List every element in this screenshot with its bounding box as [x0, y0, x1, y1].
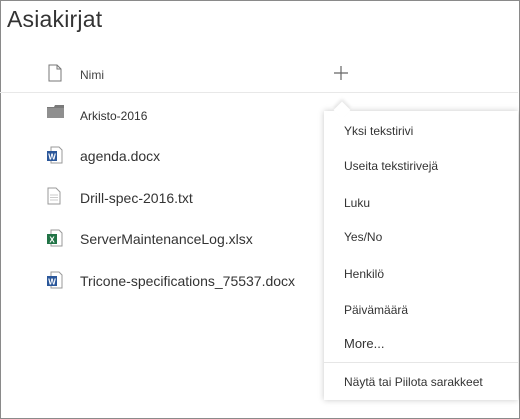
- excel-file-icon: X: [47, 229, 63, 252]
- add-column-button[interactable]: [330, 62, 352, 84]
- svg-text:X: X: [49, 236, 55, 245]
- plus-icon: [334, 66, 348, 80]
- folder-icon: [47, 105, 65, 124]
- column-header-row: Nimi: [0, 58, 518, 93]
- file-name[interactable]: ServerMaintenanceLog.xlsx: [80, 231, 253, 247]
- menu-item-single-line-text[interactable]: Yksi tekstirivi: [344, 124, 413, 138]
- menu-item-yes-no[interactable]: Yes/No: [344, 230, 382, 244]
- file-row-server-log[interactable]: X ServerMaintenanceLog.xlsx: [0, 221, 320, 255]
- menu-divider: [324, 362, 518, 363]
- file-name[interactable]: Arkisto-2016: [80, 109, 147, 123]
- document-type-icon: [48, 64, 62, 87]
- file-name[interactable]: Drill-spec-2016.txt: [80, 190, 193, 206]
- file-row-agenda[interactable]: W agenda.docx: [0, 138, 320, 172]
- file-row-tricone[interactable]: W Tricone-specifications_75537.docx: [0, 263, 320, 297]
- word-file-icon: W: [47, 146, 63, 169]
- menu-item-multi-line-text[interactable]: Useita tekstirivejä: [344, 159, 438, 173]
- menu-item-show-hide-columns[interactable]: Näytä tai Piilota sarakkeet: [344, 375, 483, 389]
- menu-item-more[interactable]: More...: [344, 336, 384, 351]
- file-row-arkisto[interactable]: Arkisto-2016: [0, 99, 320, 133]
- text-file-icon: [47, 187, 61, 210]
- word-file-icon: W: [47, 271, 63, 294]
- file-name[interactable]: Tricone-specifications_75537.docx: [80, 273, 295, 289]
- svg-text:W: W: [48, 278, 56, 287]
- menu-item-person[interactable]: Henkilö: [344, 267, 384, 281]
- menu-item-date[interactable]: Päivämäärä: [344, 303, 408, 317]
- file-row-drill-spec[interactable]: Drill-spec-2016.txt: [0, 180, 320, 214]
- menu-item-number[interactable]: Luku: [344, 196, 370, 210]
- page-title: Asiakirjat: [7, 6, 103, 32]
- file-name[interactable]: agenda.docx: [80, 148, 160, 164]
- name-column-header[interactable]: Nimi: [80, 68, 104, 82]
- svg-text:W: W: [48, 153, 56, 162]
- add-column-menu: Yksi tekstirivi Useita tekstirivejä Luku…: [324, 111, 518, 400]
